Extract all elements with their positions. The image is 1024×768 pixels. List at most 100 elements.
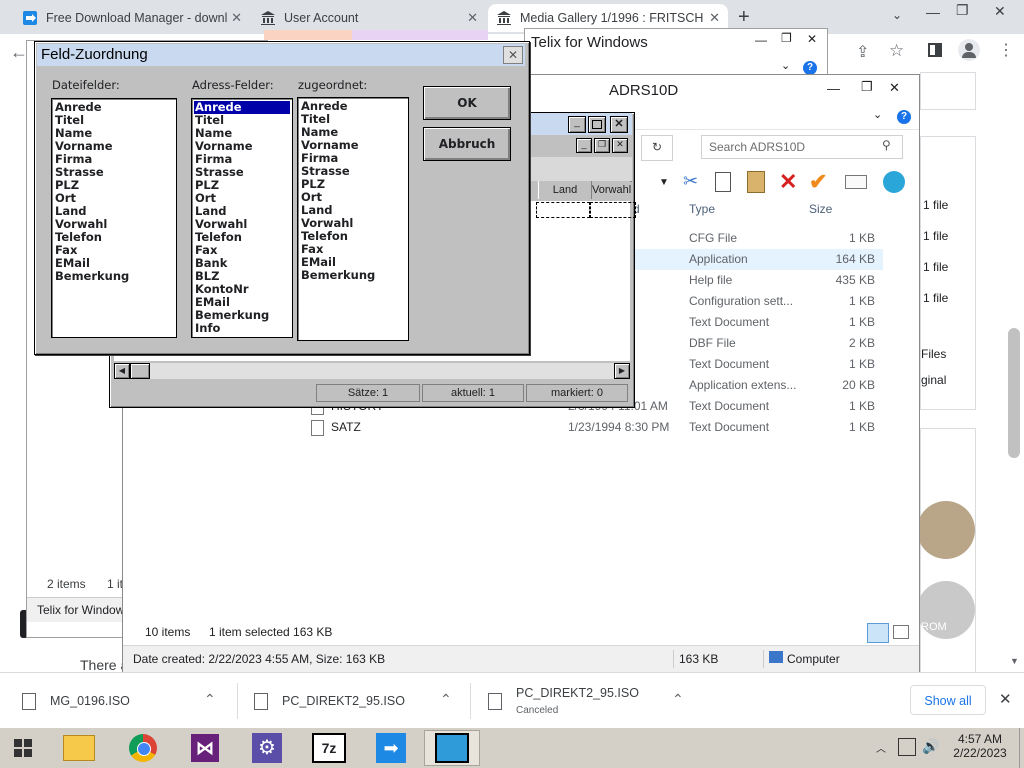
search-input[interactable]: Search ADRS10D ⚲ xyxy=(701,135,903,159)
visual-studio-taskbar-icon[interactable]: ⋈ xyxy=(182,730,228,766)
clock[interactable]: 4:57 AM 2/22/2023 xyxy=(950,732,1010,760)
details-bar: Date created: 2/22/2023 4:55 AM, Size: 1… xyxy=(123,645,919,672)
minimize-button[interactable]: — xyxy=(755,33,767,47)
side-panel-icon[interactable] xyxy=(928,43,942,57)
download-item[interactable]: PC_DIREKT2_95.ISO ⌃ xyxy=(254,673,464,729)
cell-size: 435 KB xyxy=(835,273,875,287)
copy-icon[interactable] xyxy=(715,172,731,192)
globe-icon[interactable] xyxy=(883,171,905,193)
tray-chevron-icon[interactable]: ︿ xyxy=(876,740,886,755)
page-scrollbar[interactable] xyxy=(1008,328,1020,458)
delete-icon[interactable]: ✕ xyxy=(779,169,797,195)
restore-button[interactable]: ❐ xyxy=(956,2,969,19)
dropdown-arrow-icon[interactable]: ▼ xyxy=(659,177,669,188)
close-downloads-icon[interactable]: ✕ xyxy=(999,690,1012,708)
show-desktop-button[interactable] xyxy=(1019,728,1020,768)
file-icon xyxy=(254,692,268,710)
chrome-taskbar-icon[interactable] xyxy=(120,730,166,766)
file-explorer-taskbar-icon[interactable] xyxy=(56,730,102,766)
scroll-thumb[interactable] xyxy=(130,363,150,379)
close-button[interactable]: ✕ xyxy=(807,32,817,46)
tab-search-icon[interactable]: ⌄ xyxy=(892,8,902,22)
tab-title: Free Download Manager - downl xyxy=(46,11,228,25)
list-item[interactable]: Bemerkung xyxy=(54,270,174,283)
zugeordnet-listbox[interactable]: Anrede Titel Name Vorname Firma Strasse PLZ Ort… xyxy=(297,97,409,341)
status-items-2: 1 it xyxy=(107,577,124,591)
adressfelder-listbox[interactable]: Anrede Titel Name Vorname Firma Strasse PLZ Ort… xyxy=(191,98,293,338)
bookmark-star-icon[interactable]: ☆ xyxy=(889,41,904,61)
new-tab-button[interactable]: + xyxy=(738,6,750,29)
restore-button[interactable]: ❐ xyxy=(594,138,610,153)
profile-avatar[interactable] xyxy=(958,39,980,61)
check-icon[interactable]: ✔ xyxy=(809,169,827,195)
download-item[interactable]: MG_0196.ISO ⌃ xyxy=(22,673,232,729)
chevron-up-icon[interactable]: ⌃ xyxy=(440,691,452,708)
tab-free-download-manager[interactable]: Free Download Manager - downl ✕ xyxy=(14,4,250,32)
tab-user-account[interactable]: User Account ✕ xyxy=(252,4,486,32)
cut-icon[interactable]: ✂ xyxy=(683,171,698,192)
col-type[interactable]: Type xyxy=(689,202,715,216)
page-panel xyxy=(920,72,976,110)
minimize-button[interactable]: — xyxy=(827,81,840,96)
scroll-left-icon[interactable]: ◀ xyxy=(114,363,130,379)
status-selected: 1 item selected 163 KB xyxy=(209,625,333,639)
dialog-close-button[interactable]: ✕ xyxy=(503,46,523,64)
scroll-down-icon[interactable]: ▼ xyxy=(1010,656,1019,666)
cell-size: 1 KB xyxy=(848,315,875,329)
window-title: ADRS10D xyxy=(609,82,679,99)
start-button[interactable] xyxy=(0,730,46,766)
menu-dots-icon[interactable]: ⋮ xyxy=(998,40,1014,60)
chevron-down-icon[interactable]: ⌄ xyxy=(873,108,882,121)
help-icon[interactable]: ? xyxy=(803,61,817,75)
tab-close-icon[interactable]: ✕ xyxy=(467,10,478,26)
network-icon[interactable] xyxy=(898,738,916,756)
scroll-right-icon[interactable]: ▶ xyxy=(614,363,630,379)
volume-icon[interactable]: 🔊 xyxy=(922,738,939,755)
dateifelder-listbox[interactable]: Anrede Titel Name Vorname Firma Strasse PLZ Ort… xyxy=(51,98,177,338)
refresh-button[interactable]: ↻ xyxy=(641,135,673,161)
close-button[interactable]: ✕ xyxy=(889,80,900,96)
large-icons-view-icon[interactable] xyxy=(893,625,909,639)
telix-taskbar-item[interactable]: Telix for Window xyxy=(27,597,127,622)
abbruch-button[interactable]: Abbruch xyxy=(423,127,511,161)
text-file-icon xyxy=(311,420,324,436)
help-icon[interactable]: ? xyxy=(897,110,911,124)
minimize-button[interactable]: _ xyxy=(576,138,592,153)
details-view-icon[interactable] xyxy=(867,623,889,643)
tab-close-icon[interactable]: ✕ xyxy=(709,10,720,26)
grid-cell[interactable] xyxy=(536,202,590,218)
col-size[interactable]: Size xyxy=(809,202,832,216)
dialog-title-bar: Feld-Zuordnung ✕ xyxy=(37,44,525,66)
file-row[interactable]: SATZ 1/23/1994 8:30 PM Text Document 1 KB xyxy=(303,417,883,438)
download-item[interactable]: PC_DIREKT2_95.ISO Canceled ⌃ xyxy=(488,673,698,729)
col-vorwahl[interactable]: Vorwahl xyxy=(592,181,632,199)
close-button[interactable]: ✕ xyxy=(612,138,628,153)
minimize-button[interactable]: — xyxy=(926,4,940,20)
close-button[interactable]: ✕ xyxy=(610,116,628,133)
share-icon[interactable]: ⇪ xyxy=(856,42,869,62)
grid-cell[interactable] xyxy=(590,202,636,218)
col-land[interactable]: Land xyxy=(538,181,592,199)
rename-icon[interactable] xyxy=(845,175,867,189)
tab-close-icon[interactable]: ✕ xyxy=(231,10,242,26)
telix-taskbar-icon[interactable] xyxy=(424,730,480,766)
chevron-down-icon[interactable]: ⌄ xyxy=(781,59,790,72)
horizontal-scrollbar[interactable]: ◀ ▶ xyxy=(114,363,630,379)
7zip-taskbar-icon[interactable]: 7z xyxy=(306,730,352,766)
restore-button[interactable]: ❐ xyxy=(781,31,792,45)
show-all-button[interactable]: Show all xyxy=(910,685,986,715)
cell-name: SATZ xyxy=(331,420,361,434)
chevron-up-icon[interactable]: ⌃ xyxy=(672,691,684,708)
maximize-button[interactable] xyxy=(588,116,606,133)
list-item[interactable]: Info xyxy=(194,322,290,335)
paste-icon[interactable] xyxy=(747,171,765,193)
list-item[interactable]: Bemerkung xyxy=(300,269,406,282)
ok-button[interactable]: OK xyxy=(423,86,511,120)
free-download-manager-taskbar-icon[interactable]: ➡ xyxy=(368,730,414,766)
cell-size: 2 KB xyxy=(848,336,875,350)
rom-label: ROM xyxy=(921,621,947,633)
settings-taskbar-icon[interactable]: ⚙ xyxy=(244,730,290,766)
chevron-up-icon[interactable]: ⌃ xyxy=(204,691,216,708)
minimize-button[interactable]: _ xyxy=(568,116,586,133)
close-window-button[interactable]: ✕ xyxy=(994,3,1006,20)
